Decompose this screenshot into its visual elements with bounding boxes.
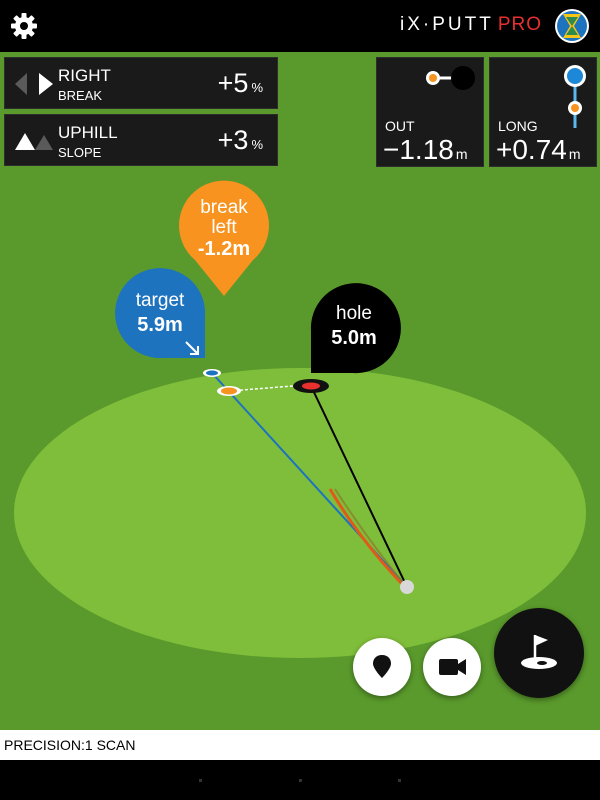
golf-flag-icon	[521, 635, 557, 669]
out-unit: m	[455, 146, 468, 162]
brand-suffix: PRO	[497, 14, 542, 35]
app-title: iX·PUTT PRO	[400, 14, 542, 36]
break-direction-icon	[15, 73, 53, 95]
out-panel: OUT −1.18 m	[376, 57, 484, 167]
break-value-wrap: +5%	[218, 68, 263, 99]
target-callout-value: 5.9m	[137, 314, 183, 336]
lateral-offset-icon	[426, 66, 475, 90]
target-callout-label: target	[136, 290, 185, 311]
break-callout-value: -1.2m	[198, 238, 250, 260]
ball-position	[400, 580, 414, 594]
hole-callout-value: 5.0m	[331, 327, 377, 349]
nav-recents[interactable]	[398, 779, 401, 782]
video-camera-icon	[439, 659, 466, 675]
long-label: LONG	[498, 118, 538, 134]
hole-callout-label: hole	[336, 303, 372, 324]
break-callout-line2: left	[211, 217, 237, 238]
break-direction: RIGHT	[58, 66, 111, 85]
pin-button[interactable]	[353, 638, 411, 696]
slope-panel: UPHILL SLOPE +3%	[4, 114, 278, 166]
flag-button[interactable]	[494, 608, 584, 698]
slope-unit: %	[251, 137, 263, 152]
precision-label: PRECISION:	[4, 737, 85, 753]
slope-icon	[15, 133, 53, 150]
brand-name: iX·PUTT	[399, 14, 494, 35]
gear-icon[interactable]	[8, 10, 40, 42]
break-caption: BREAK	[58, 88, 103, 103]
map-pin-icon	[373, 655, 391, 678]
slope-value-wrap: +3%	[218, 125, 263, 156]
long-panel: LONG +0.74 m	[489, 57, 597, 167]
break-panel: RIGHT BREAK +5%	[4, 57, 278, 109]
nav-home[interactable]	[299, 779, 302, 782]
out-value: −1.18	[383, 134, 454, 165]
out-value-wrap: −1.18 m	[383, 134, 468, 166]
precision-value: 1 SCAN	[84, 737, 136, 753]
slope-direction: UPHILL	[58, 123, 118, 142]
long-value: +0.74	[496, 134, 567, 165]
precision-status-bar: PRECISION:1 SCAN	[0, 730, 600, 760]
long-unit: m	[568, 146, 581, 162]
break-unit: %	[251, 80, 263, 95]
nav-back[interactable]	[199, 779, 202, 782]
long-value-wrap: +0.74 m	[496, 134, 581, 166]
slope-value: +3	[217, 125, 249, 155]
break-value: +5	[217, 68, 249, 98]
top-bar: iX·PUTT PRO	[0, 0, 600, 52]
camera-button[interactable]	[423, 638, 481, 696]
ix-logo-icon	[555, 9, 589, 43]
slope-caption: SLOPE	[58, 145, 102, 160]
break-callout-line1: break	[200, 197, 248, 218]
out-label: OUT	[385, 118, 415, 134]
